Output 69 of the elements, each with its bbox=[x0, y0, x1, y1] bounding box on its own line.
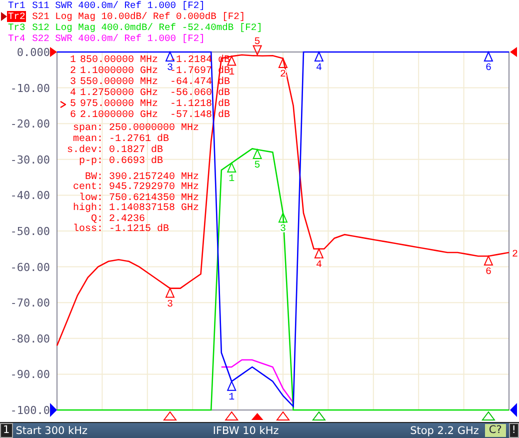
bandwidth-label: Q: bbox=[90, 214, 103, 225]
calibration-status[interactable]: C? bbox=[484, 424, 506, 437]
y-tick-label: 0.000 bbox=[16, 46, 50, 59]
marker-value: -64.474 dB bbox=[170, 77, 230, 88]
marker-value: -1.1218 dB bbox=[170, 99, 230, 110]
marker-frequency: 2.1000000 GHz bbox=[80, 110, 160, 121]
bandwidth-value: 1.140837158 GHz bbox=[109, 204, 200, 214]
active-trace-pointer-icon bbox=[1, 12, 7, 21]
trace-parameter: S21 bbox=[32, 11, 50, 22]
marker-number: 2 bbox=[70, 66, 78, 77]
trace-settings: Log Mag 10.00dB/ Ref 0.000dB [F2] bbox=[55, 11, 246, 22]
y-tick-label: -30.00 bbox=[10, 153, 50, 166]
trace-parameter: S12 bbox=[32, 22, 50, 33]
start-frequency[interactable]: Start 300 kHz bbox=[16, 424, 213, 436]
trace-parameter: S11 bbox=[32, 0, 50, 11]
marker-frequency: 1.2750000 GHz bbox=[80, 88, 160, 99]
trace-settings: SWR 400.0m/ Ref 1.000 [F2] bbox=[55, 33, 205, 44]
bandwidth-value: 2.4236 bbox=[109, 214, 146, 225]
stat-value: 0.1827 dB bbox=[109, 145, 164, 156]
y-tick-label: -50.00 bbox=[10, 225, 50, 238]
marker-value: -57.148 dB bbox=[170, 110, 230, 121]
marker-number: 6 bbox=[70, 110, 78, 121]
bandwidth-label: low: bbox=[78, 194, 103, 204]
reference-level-icon bbox=[50, 47, 57, 57]
trace-tab[interactable]: Tr1 bbox=[7, 0, 26, 11]
alert-indicator[interactable]: ! bbox=[508, 423, 519, 438]
y-tick-label: -70.00 bbox=[10, 296, 50, 310]
marker-value: -56.060 dB bbox=[170, 88, 230, 99]
reference-level-icon bbox=[50, 403, 57, 417]
trace-end-label: 2 bbox=[512, 249, 518, 260]
trace-parameter: S22 bbox=[32, 33, 50, 44]
bandwidth-value: 390.2157240 MHz bbox=[109, 173, 200, 183]
marker-frequency: 1.1000000 GHz bbox=[80, 66, 160, 77]
bandwidth-label: high: bbox=[72, 204, 103, 214]
trace-tab[interactable]: Tr2 bbox=[7, 11, 26, 22]
stat-value: 250.0000000 MHz bbox=[109, 123, 200, 134]
y-tick-label: -20.00 bbox=[10, 118, 50, 131]
trace-settings: Log Mag 400.0mdB/ Ref -52.40mdB [F2] bbox=[55, 22, 262, 33]
marker-frequency: 975.00000 MHz bbox=[80, 99, 160, 110]
y-tick-label: -100.0 bbox=[10, 404, 50, 417]
reference-level-icon bbox=[510, 403, 517, 417]
y-tick-label: -40.00 bbox=[10, 189, 50, 202]
stat-value: 0.6693 dB bbox=[109, 156, 164, 167]
reference-level-icon bbox=[510, 47, 517, 57]
marker-number: 1 bbox=[70, 55, 78, 66]
ifbw-setting[interactable]: IFBW 10 kHz bbox=[212, 424, 410, 436]
stat-label: span: bbox=[72, 123, 103, 134]
marker-frequency: 550.00000 MHz bbox=[80, 77, 160, 88]
bandwidth-value: 750.6214350 MHz bbox=[109, 194, 200, 204]
y-tick-label: -60.00 bbox=[10, 260, 50, 274]
stat-value: -1.2761 dB bbox=[109, 134, 170, 145]
y-tick-label: -90.00 bbox=[10, 368, 50, 382]
marker-number: 5 bbox=[70, 99, 78, 110]
stop-frequency[interactable]: Stop 2.2 GHz bbox=[410, 424, 479, 436]
trace-settings: SWR 400.0m/ Ref 1.000 [F2] bbox=[55, 0, 205, 11]
bandwidth-value: 945.7292970 MHz bbox=[109, 183, 200, 194]
bandwidth-label: BW: bbox=[84, 173, 103, 183]
channel-indicator[interactable]: 1 bbox=[0, 423, 13, 438]
marker-number: 3 bbox=[70, 77, 78, 88]
marker-number: 4 bbox=[70, 88, 78, 99]
stat-label: mean: bbox=[72, 134, 103, 145]
stat-label: p-p: bbox=[78, 156, 103, 167]
y-tick-label: -10.00 bbox=[10, 82, 50, 95]
bandwidth-label: cent: bbox=[72, 183, 103, 194]
bandwidth-label: loss: bbox=[72, 225, 103, 236]
bandwidth-value: -1.1215 dB bbox=[109, 225, 170, 236]
y-tick-label: -80.00 bbox=[10, 332, 50, 346]
stat-label: s.dev: bbox=[66, 145, 103, 156]
marker-frequency: 850.00000 MHz bbox=[80, 55, 160, 66]
